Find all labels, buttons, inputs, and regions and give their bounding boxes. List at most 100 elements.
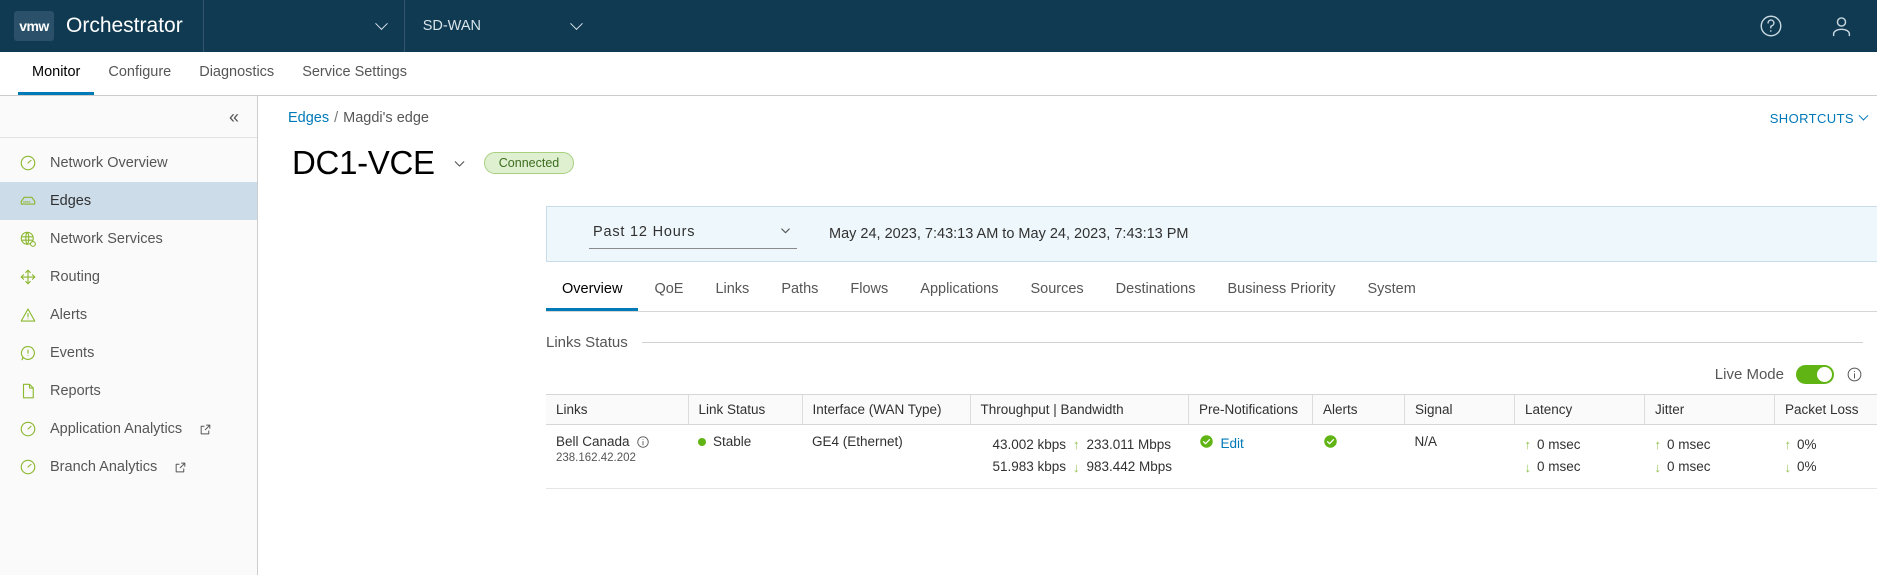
breadcrumb-current: Magdi's edge bbox=[343, 110, 429, 126]
sub-tab-qoe[interactable]: QoE bbox=[638, 270, 699, 311]
arrow-down-icon: ↓ bbox=[1073, 459, 1080, 475]
nav-tab-service-settings[interactable]: Service Settings bbox=[288, 52, 421, 95]
status-dot-icon bbox=[698, 437, 706, 446]
live-mode-label: Live Mode bbox=[1714, 366, 1784, 383]
main-content: Edges / Magdi's edge SHORTCUTS DC1-VCE C… bbox=[258, 96, 1877, 575]
links-status-table-wrap: Links Link Status Interface (WAN Type) T… bbox=[546, 394, 1877, 489]
nav-tab-configure[interactable]: Configure bbox=[94, 52, 185, 95]
latency-down-line: ↓ 0 msec bbox=[1525, 456, 1635, 478]
shortcuts-menu[interactable]: SHORTCUTS bbox=[1769, 110, 1869, 126]
col-links[interactable]: Links bbox=[546, 395, 689, 425]
nav-tab-diagnostics[interactable]: Diagnostics bbox=[185, 52, 288, 95]
col-pre-notifications[interactable]: Pre-Notifications bbox=[1188, 395, 1313, 425]
customer-select[interactable] bbox=[204, 0, 404, 52]
sub-tab-overview[interactable]: Overview bbox=[546, 270, 639, 311]
sub-tab-links[interactable]: Links bbox=[699, 270, 765, 311]
arrow-up-icon: ↑ bbox=[1784, 437, 1792, 453]
sidebar-item-routing[interactable]: Routing bbox=[0, 258, 257, 296]
sidebar-item-reports[interactable]: Reports bbox=[0, 372, 257, 410]
col-jitter[interactable]: Jitter bbox=[1644, 395, 1775, 425]
user-icon[interactable] bbox=[1828, 13, 1855, 40]
arrow-down-icon: ↓ bbox=[1654, 459, 1662, 475]
col-alerts[interactable]: Alerts bbox=[1312, 395, 1405, 425]
section-divider bbox=[641, 342, 1863, 343]
info-circle-icon[interactable] bbox=[1846, 366, 1863, 383]
status-badge: Connected bbox=[483, 152, 575, 174]
sub-tab-system[interactable]: System bbox=[1351, 270, 1431, 311]
table-header-row: Links Link Status Interface (WAN Type) T… bbox=[546, 395, 1877, 425]
monitor-sub-tabs: Overview QoE Links Paths Flows Applicati… bbox=[546, 270, 1877, 312]
throughput-up: 43.002 kbps bbox=[992, 437, 1066, 452]
time-range-select-label: Past 12 Hours bbox=[593, 224, 696, 240]
sidebar: « Network Overview Edges Network Service… bbox=[0, 96, 258, 575]
sub-tab-sources[interactable]: Sources bbox=[1014, 270, 1099, 311]
sidebar-items: Network Overview Edges Network Services … bbox=[0, 138, 257, 486]
edge-selector-chevron-down-icon[interactable] bbox=[451, 155, 468, 172]
pre-notifications-edit-label: Edit bbox=[1220, 435, 1244, 451]
bandwidth-down: 983.442 Mbps bbox=[1086, 459, 1173, 475]
col-link-status[interactable]: Link Status bbox=[688, 395, 803, 425]
sub-tab-flows[interactable]: Flows bbox=[834, 270, 904, 311]
sidebar-item-application-analytics[interactable]: Application Analytics bbox=[0, 410, 257, 448]
cell-throughput-bandwidth: 43.002 kbps ↑ 233.011 Mbps 51.983 kbps ↓… bbox=[970, 424, 1189, 489]
app-title: Orchestrator bbox=[66, 14, 183, 37]
double-chevron-left-icon: « bbox=[228, 106, 239, 127]
latency-up-line: ↑ 0 msec bbox=[1525, 434, 1635, 456]
col-signal[interactable]: Signal bbox=[1404, 395, 1515, 425]
time-filter-bar: Past 12 Hours May 24, 2023, 7:43:13 AM t… bbox=[546, 206, 1877, 262]
info-circle-icon[interactable] bbox=[636, 435, 650, 449]
cell-alerts bbox=[1312, 424, 1405, 489]
page-title: DC1-VCE bbox=[292, 144, 435, 181]
sidebar-item-edges[interactable]: Edges bbox=[0, 182, 257, 220]
gauge-icon bbox=[18, 154, 37, 173]
bandwidth-up: 233.011 Mbps bbox=[1086, 437, 1172, 452]
sub-tab-business-priority[interactable]: Business Priority bbox=[1211, 270, 1351, 311]
col-latency[interactable]: Latency bbox=[1514, 395, 1645, 425]
cell-signal: N/A bbox=[1404, 424, 1515, 489]
time-range-select[interactable]: Past 12 Hours bbox=[589, 220, 797, 249]
col-packet-loss[interactable]: Packet Loss bbox=[1774, 395, 1877, 425]
routing-icon bbox=[18, 268, 37, 287]
sidebar-item-label: Reports bbox=[50, 383, 101, 399]
sub-tab-applications[interactable]: Applications bbox=[904, 270, 1014, 311]
table-row[interactable]: Bell Canada 238.162.42.202 Stable GE4 (E… bbox=[546, 424, 1877, 489]
sidebar-item-network-services[interactable]: Network Services bbox=[0, 220, 257, 258]
shortcuts-label: SHORTCUTS bbox=[1769, 111, 1854, 126]
product-select[interactable]: SD-WAN bbox=[405, 0, 599, 52]
cell-packet-loss: ↑ 0% ↓ 0% bbox=[1774, 424, 1877, 489]
packet-loss-down-line: ↓ 0% bbox=[1785, 456, 1868, 478]
sidebar-item-label: Edges bbox=[50, 193, 92, 209]
arrow-up-icon: ↑ bbox=[1073, 437, 1080, 453]
table-body: Bell Canada 238.162.42.202 Stable GE4 (E… bbox=[546, 424, 1877, 489]
col-throughput-bandwidth[interactable]: Throughput | Bandwidth bbox=[970, 395, 1189, 425]
sidebar-item-label: Application Analytics bbox=[50, 421, 183, 437]
link-ip: 238.162.42.202 bbox=[556, 452, 636, 464]
chevron-down-icon bbox=[374, 16, 388, 30]
breadcrumb-root-link[interactable]: Edges bbox=[288, 110, 329, 126]
sub-tab-paths[interactable]: Paths bbox=[765, 270, 834, 311]
pre-notifications-edit[interactable]: Edit bbox=[1199, 434, 1303, 452]
help-circle-icon[interactable] bbox=[1758, 13, 1784, 39]
product-select-label: SD-WAN bbox=[422, 18, 481, 34]
sidebar-item-alerts[interactable]: Alerts bbox=[0, 296, 257, 334]
throughput-down-line: 51.983 kbps ↓ 983.442 Mbps bbox=[980, 456, 1179, 478]
cell-interface: GE4 (Ethernet) bbox=[802, 424, 970, 489]
jitter-down: 0 msec bbox=[1667, 459, 1711, 475]
arrow-down-icon: ↓ bbox=[1524, 459, 1532, 475]
live-mode-toggle[interactable] bbox=[1796, 365, 1834, 384]
nav-tab-monitor[interactable]: Monitor bbox=[18, 52, 95, 95]
sidebar-item-branch-analytics[interactable]: Branch Analytics bbox=[0, 448, 257, 486]
external-link-icon bbox=[199, 423, 212, 436]
sidebar-item-events[interactable]: Events bbox=[0, 334, 257, 372]
sidebar-collapse-button[interactable]: « bbox=[0, 96, 257, 138]
throughput-up-line: 43.002 kbps ↑ 233.011 Mbps bbox=[980, 434, 1179, 456]
cell-link-status: Stable bbox=[688, 424, 802, 489]
sidebar-item-network-overview[interactable]: Network Overview bbox=[0, 144, 257, 182]
arrow-up-icon: ↑ bbox=[1654, 437, 1662, 453]
col-interface[interactable]: Interface (WAN Type) bbox=[802, 395, 971, 425]
arrow-down-icon: ↓ bbox=[1784, 459, 1792, 475]
sub-tab-destinations[interactable]: Destinations bbox=[1100, 270, 1212, 311]
brand-block: vmw Orchestrator bbox=[0, 0, 203, 52]
app-header: vmw Orchestrator SD-WAN bbox=[0, 0, 1877, 52]
gauge-icon bbox=[18, 458, 37, 477]
